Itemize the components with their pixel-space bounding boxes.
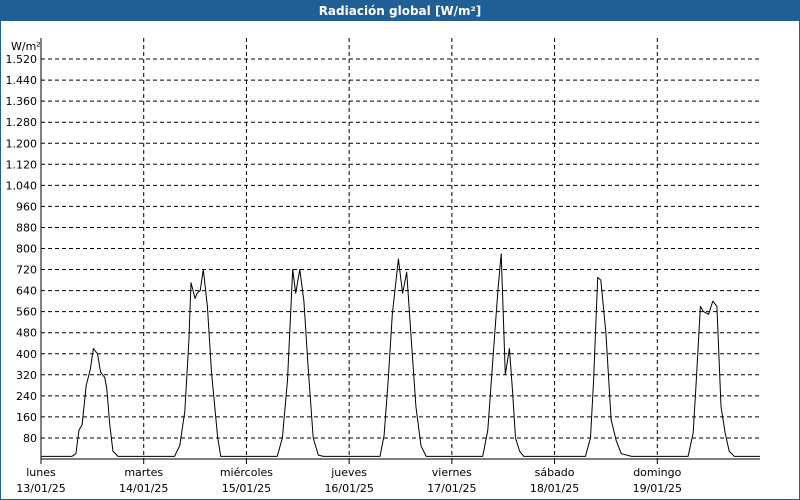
y-tick-label: 640 — [16, 285, 37, 298]
x-axis-ticks: lunes 13/01/25 martes 14/01/25 miércoles 15/0… — [16, 466, 682, 495]
x-tick-day: domingo — [633, 466, 681, 479]
y-tick-label: 1.280 — [6, 116, 38, 129]
x-tick-day: martes — [124, 466, 163, 479]
chart-title: Radiación global [W/m²] — [1, 1, 799, 21]
x-tick-day: jueves — [330, 466, 367, 479]
y-tick-label: 1.520 — [6, 53, 38, 66]
x-tick-date: 16/01/25 — [324, 482, 373, 495]
y-tick-label: 1.120 — [6, 158, 38, 171]
y-tick-label: 560 — [16, 306, 37, 319]
x-tick-day: miércoles — [220, 466, 273, 479]
y-axis-ticks: 80 160 240 320 400 480 560 640 720 800 880 960 1.040… — [6, 53, 38, 445]
x-tick-day: lunes — [26, 466, 56, 479]
y-tick-label: 80 — [23, 432, 37, 445]
y-tick-label: 880 — [16, 221, 37, 234]
grid-lines — [41, 38, 760, 459]
data-series — [41, 253, 760, 457]
y-tick-label: 400 — [16, 348, 37, 361]
y-tick-label: 960 — [16, 200, 37, 213]
axes — [40, 38, 760, 464]
y-tick-label: 800 — [16, 243, 37, 256]
x-tick-date: 14/01/25 — [119, 482, 168, 495]
y-tick-label: 160 — [16, 411, 37, 424]
y-tick-label: 1.040 — [6, 179, 38, 192]
y-tick-label: 1.440 — [6, 74, 38, 87]
y-tick-label: 480 — [16, 327, 37, 340]
y-tick-label: 240 — [16, 390, 37, 403]
x-tick-day: sábado — [535, 466, 575, 479]
x-tick-date: 19/01/25 — [633, 482, 682, 495]
x-tick-date: 18/01/25 — [530, 482, 579, 495]
x-tick-day: viernes — [432, 466, 472, 479]
y-tick-label: 320 — [16, 369, 37, 382]
x-tick-date: 13/01/25 — [16, 482, 65, 495]
x-tick-date: 15/01/25 — [222, 482, 271, 495]
y-tick-label: 720 — [16, 264, 37, 277]
y-tick-label: 1.360 — [6, 95, 38, 108]
x-tick-date: 17/01/25 — [427, 482, 476, 495]
chart-window: Radiación global [W/m²] 80 160 240 320 400 48… — [0, 0, 800, 500]
y-tick-label: 1.200 — [6, 137, 38, 150]
radiation-chart: 80 160 240 320 400 480 560 640 720 800 880 960 1.040… — [6, 38, 760, 495]
y-axis-label: W/m² — [11, 40, 41, 53]
series-line-radiacion — [41, 253, 760, 457]
